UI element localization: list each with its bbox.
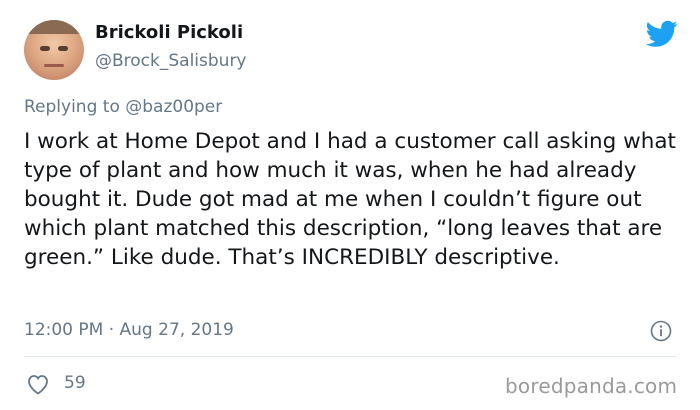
avatar-hair <box>24 20 84 34</box>
reply-mention-link[interactable]: @baz00per <box>125 97 222 117</box>
avatar[interactable] <box>24 20 84 80</box>
watermark: boredpanda.com <box>505 374 678 398</box>
info-icon[interactable] <box>650 320 672 342</box>
tweet-timestamp[interactable]: 12:00 PM · Aug 27, 2019 <box>24 320 234 340</box>
avatar-eye-left <box>40 46 50 51</box>
avatar-eye-right <box>58 46 68 51</box>
like-count: 59 <box>64 373 86 393</box>
heart-icon[interactable] <box>26 373 50 395</box>
display-name[interactable]: Brickoli Pickoli <box>95 22 243 43</box>
replying-to: Replying to @baz00per <box>24 97 222 117</box>
replying-to-prefix: Replying to <box>24 97 120 117</box>
tweet-card: Brickoli Pickoli @Brock_Salisbury Replyi… <box>0 0 700 410</box>
divider <box>24 356 676 357</box>
user-handle[interactable]: @Brock_Salisbury <box>95 51 247 71</box>
tweet-text: I work at Home Depot and I had a custome… <box>24 129 676 270</box>
avatar-mouth <box>44 64 64 67</box>
twitter-bird-icon[interactable] <box>646 20 678 48</box>
